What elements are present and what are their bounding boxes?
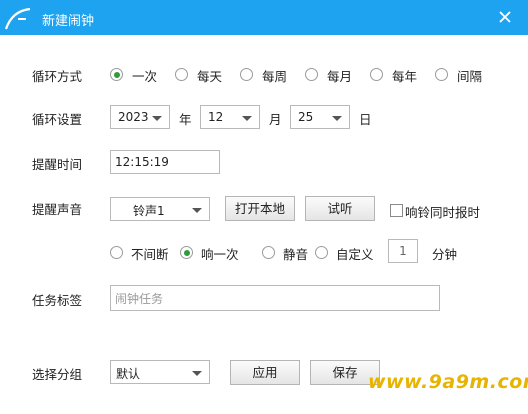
window-title: 新建闹钟 [42, 14, 95, 29]
watermark: www.9a9m.com [368, 371, 528, 393]
chevron-down-icon [152, 116, 162, 121]
radio-repeat-interval[interactable] [435, 68, 448, 81]
radio-play-continuous-label: 不间断 [131, 247, 169, 262]
remind-time-input[interactable]: 12:15:19 [110, 150, 220, 174]
radio-play-once[interactable] [180, 246, 193, 259]
month-select[interactable]: 12 [200, 105, 260, 129]
day-select-value: 25 [298, 110, 314, 124]
chevron-down-icon [192, 208, 202, 213]
announce-time-checkbox[interactable] [390, 204, 403, 217]
sound-label: 提醒声音 [32, 202, 83, 217]
radio-repeat-once-label: 一次 [132, 69, 158, 84]
task-label-placeholder: 闹钟任务 [115, 292, 164, 306]
day-select[interactable]: 25 [290, 105, 350, 129]
remind-time-label: 提醒时间 [32, 157, 83, 172]
radio-repeat-monthly[interactable] [305, 68, 318, 81]
radio-repeat-yearly-label: 每年 [392, 69, 418, 84]
year-select[interactable]: 2023 [110, 105, 170, 129]
custom-minutes-input[interactable]: 1 [388, 239, 418, 263]
task-label-input[interactable]: 闹钟任务 [110, 285, 440, 311]
sound-select[interactable]: 铃声1 [110, 197, 210, 221]
radio-play-custom[interactable] [315, 246, 328, 259]
sound-select-value: 铃声1 [133, 204, 165, 218]
year-unit: 年 [179, 112, 192, 127]
radio-repeat-weekly-label: 每周 [262, 69, 288, 84]
month-unit: 月 [269, 112, 282, 127]
radio-play-mute-label: 静音 [283, 247, 309, 262]
radio-play-continuous[interactable] [110, 246, 123, 259]
year-select-value: 2023 [118, 110, 149, 124]
radio-repeat-monthly-label: 每月 [327, 69, 353, 84]
announce-time-label: 响铃同时报时 [405, 205, 481, 220]
open-local-button[interactable]: 打开本地 [225, 196, 295, 221]
radio-repeat-weekly[interactable] [240, 68, 253, 81]
close-icon[interactable] [496, 8, 514, 26]
radio-repeat-daily[interactable] [175, 68, 188, 81]
radio-repeat-yearly[interactable] [370, 68, 383, 81]
group-select[interactable]: 默认 [110, 360, 210, 384]
radio-repeat-once[interactable] [110, 68, 123, 81]
radio-play-custom-label: 自定义 [336, 247, 374, 262]
repeat-mode-label: 循环方式 [32, 69, 83, 84]
title-bar: 新建闹钟 [0, 0, 528, 35]
radio-play-once-label: 响一次 [201, 247, 239, 262]
group-label: 选择分组 [32, 367, 83, 382]
day-unit: 日 [359, 112, 372, 127]
radio-repeat-daily-label: 每天 [197, 69, 223, 84]
group-select-value: 默认 [116, 367, 141, 381]
radio-play-mute[interactable] [262, 246, 275, 259]
repeat-setting-label: 循环设置 [32, 112, 83, 127]
month-select-value: 12 [208, 110, 224, 124]
minutes-unit: 分钟 [432, 247, 458, 262]
chevron-down-icon [242, 116, 252, 121]
chevron-down-icon [332, 116, 342, 121]
chevron-down-icon [192, 371, 202, 376]
apply-button[interactable]: 应用 [230, 360, 300, 385]
task-label-label: 任务标签 [32, 293, 83, 308]
preview-button[interactable]: 试听 [305, 196, 375, 221]
app-logo-icon [4, 7, 31, 30]
radio-repeat-interval-label: 间隔 [457, 69, 483, 84]
